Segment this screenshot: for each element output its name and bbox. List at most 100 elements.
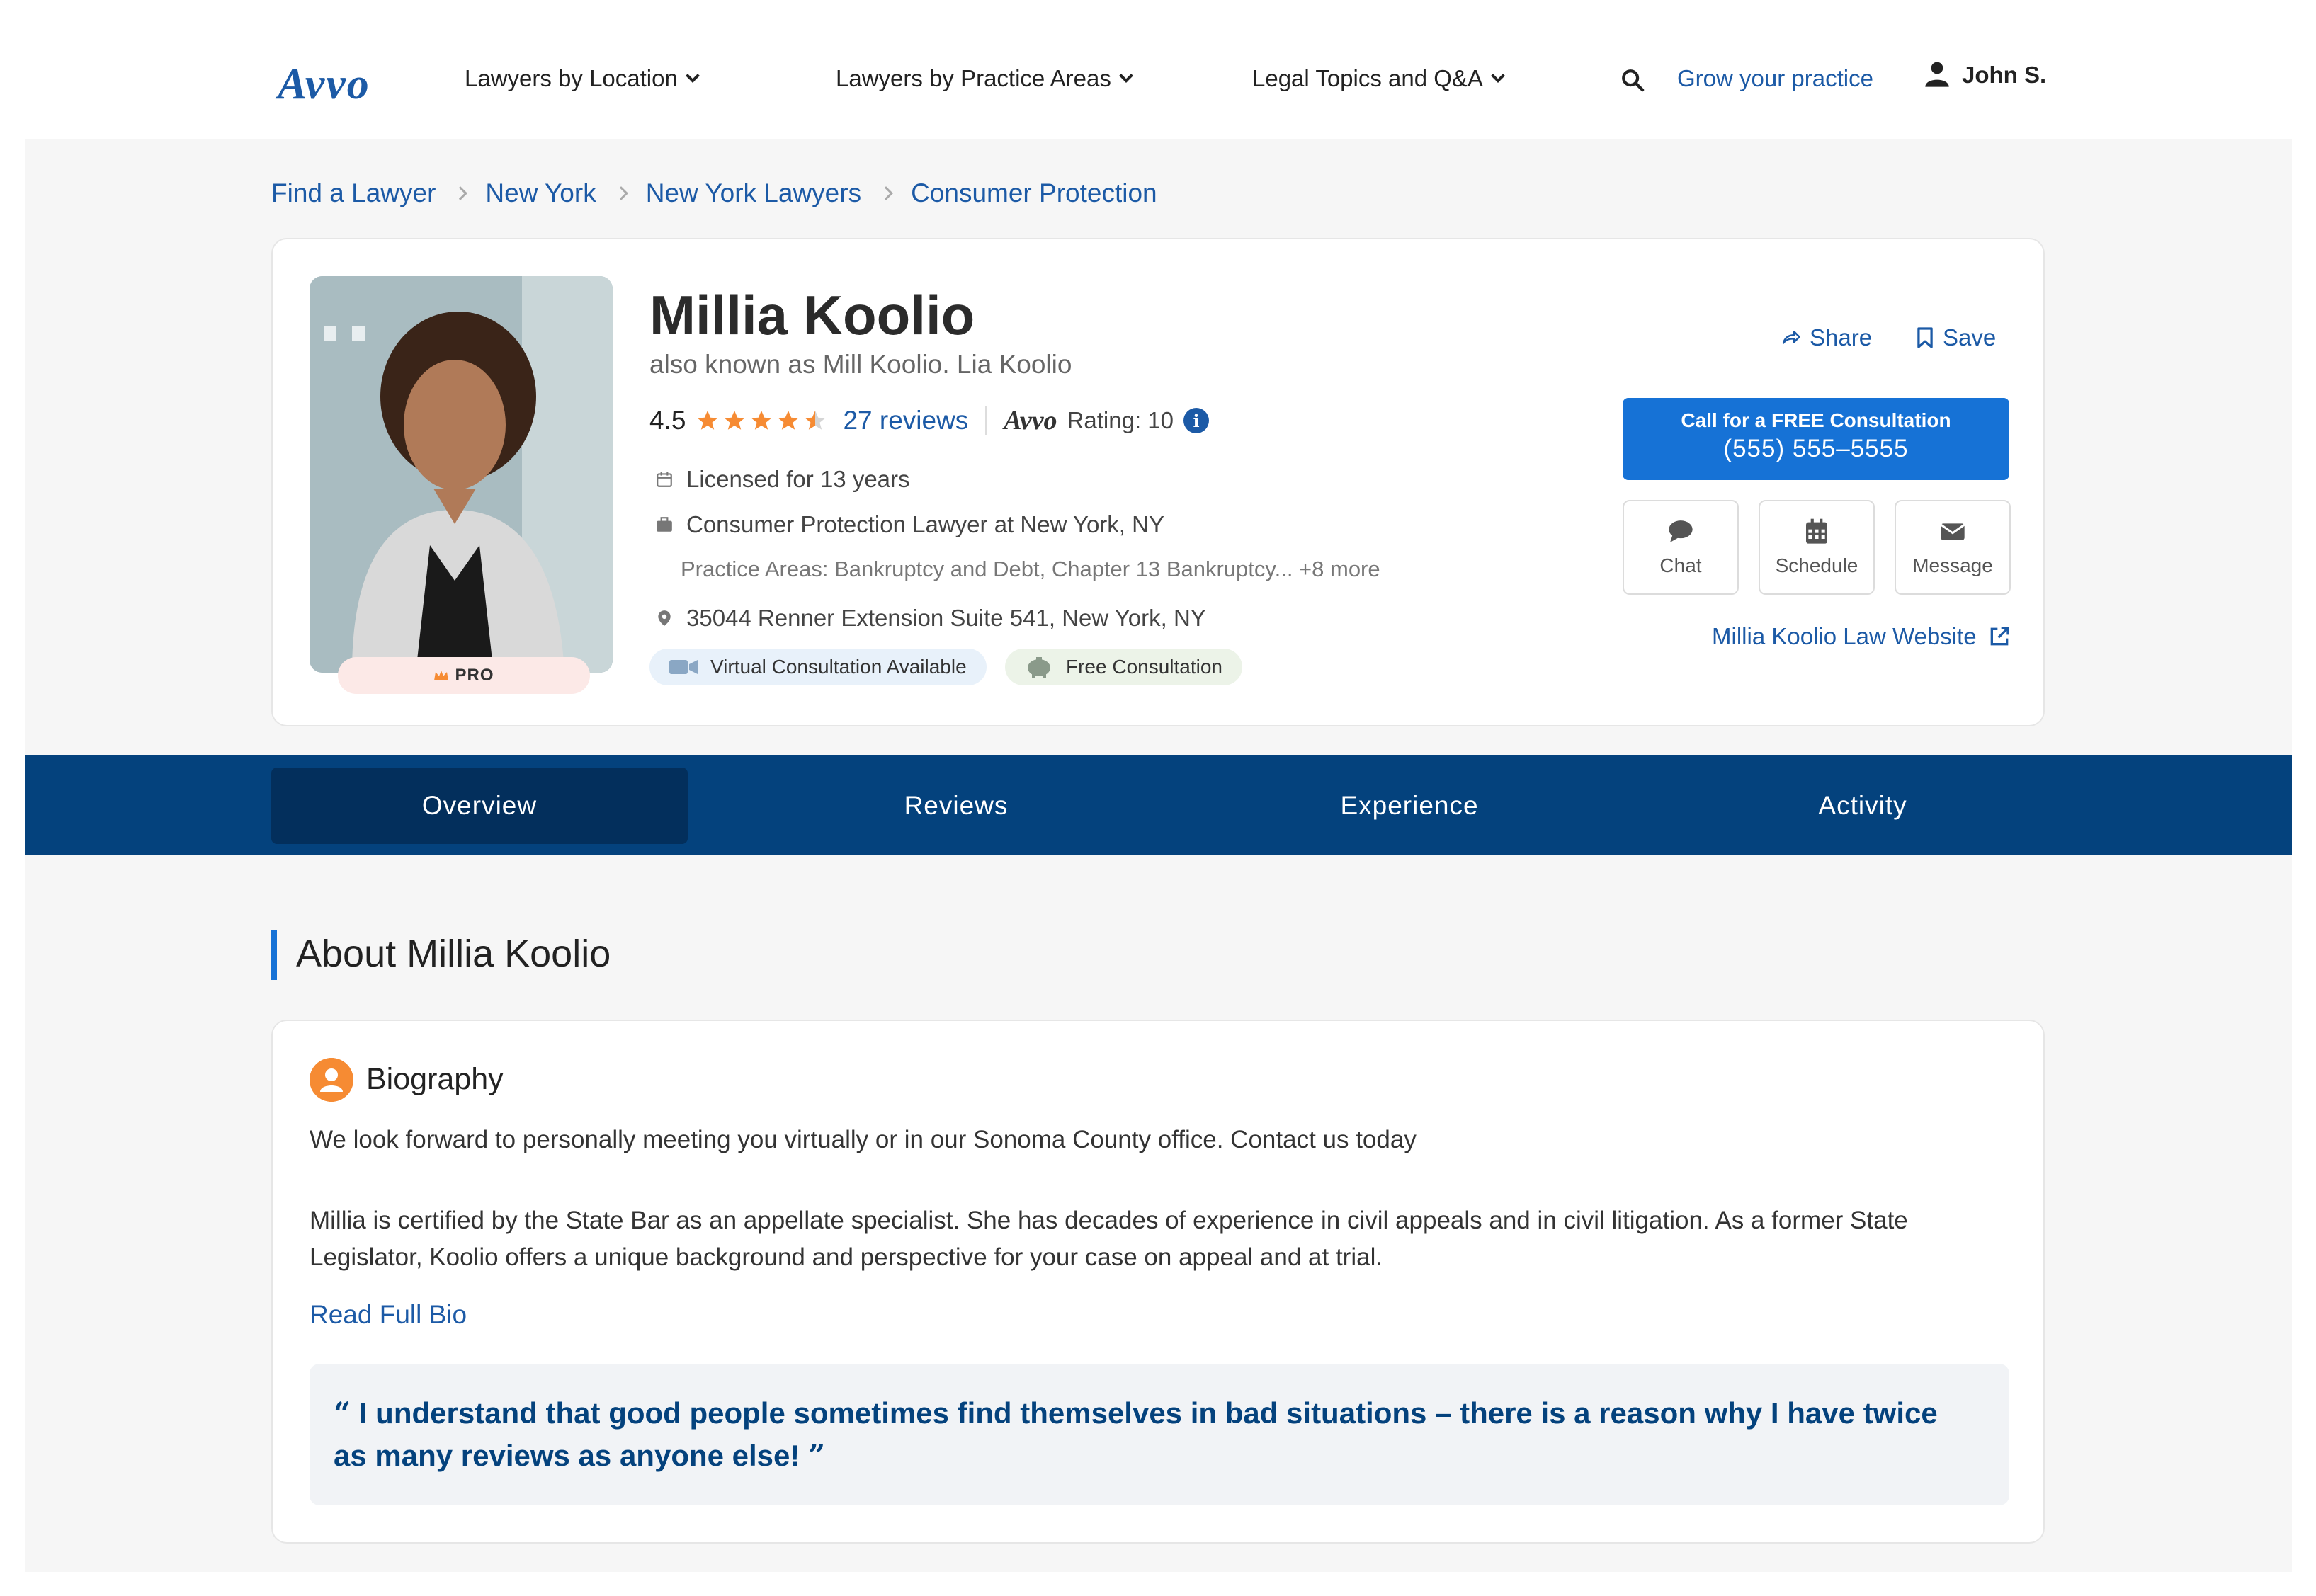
schedule-label: Schedule [1775, 554, 1858, 576]
law-website-link[interactable]: Millia Koolio Law Website [1712, 623, 2011, 650]
also-known-as: also known as Mill Koolio. Lia Koolio [649, 350, 1072, 379]
video-camera-icon [669, 660, 698, 674]
star-icon [725, 410, 745, 430]
profile-tabs: Overview Reviews Experience Activity [25, 755, 2292, 855]
user-icon [1925, 62, 1949, 87]
chevron-right-icon [453, 186, 468, 200]
address-row: 35044 Renner Extension Suite 541, New Yo… [655, 605, 1206, 632]
user-menu[interactable]: John S. [1925, 61, 2046, 89]
chat-button[interactable]: Chat [1623, 500, 1739, 595]
close-quote-icon: ” [808, 1438, 826, 1473]
calendar-icon [657, 472, 672, 487]
briefcase-icon [657, 517, 672, 532]
tab-activity[interactable]: Activity [1654, 768, 2071, 844]
divider [985, 406, 987, 435]
free-consultation-label: Free Consultation [1066, 656, 1223, 678]
portrait-image [310, 276, 613, 673]
chevron-down-icon [1491, 69, 1505, 83]
phone-number: (555) 555–5555 [1723, 435, 1909, 462]
map-pin-icon [658, 610, 671, 626]
chat-icon [1669, 520, 1693, 542]
chevron-right-icon [613, 186, 628, 200]
star-icon [698, 410, 718, 430]
share-label: Share [1810, 324, 1873, 350]
read-full-bio-link[interactable]: Read Full Bio [310, 1300, 467, 1330]
breadcrumb: Find a Lawyer New York New York Lawyers … [271, 178, 1157, 208]
star-icon [778, 410, 799, 430]
quote-text: I understand that good people sometimes … [334, 1396, 1938, 1472]
info-icon[interactable]: i [1183, 408, 1209, 433]
open-quote-icon: “ [334, 1396, 351, 1430]
chevron-down-icon [685, 69, 700, 83]
address-text: 35044 Renner Extension Suite 541, New Yo… [686, 605, 1206, 631]
tab-experience[interactable]: Experience [1201, 768, 1618, 844]
nav-label: Lawyers by Practice Areas [836, 65, 1111, 91]
pro-label: PRO [455, 666, 494, 685]
crown-icon [434, 671, 449, 680]
user-name: John S. [1962, 62, 2047, 88]
breadcrumb-new-york-lawyers[interactable]: New York Lawyers [646, 178, 861, 208]
breadcrumb-consumer-protection[interactable]: Consumer Protection [911, 178, 1157, 208]
chevron-down-icon [1118, 69, 1133, 83]
quote-box: “ I understand that good people sometime… [310, 1364, 2009, 1505]
licensed-text: Licensed for 13 years [686, 466, 910, 492]
avvo-logo[interactable]: Avvo [278, 59, 370, 110]
call-consultation-button[interactable]: Call for a FREE Consultation (555) 555–5… [1623, 398, 2009, 480]
role-text: Consumer Protection Lawyer at New York, … [686, 511, 1164, 537]
licensed-row: Licensed for 13 years [655, 466, 910, 493]
save-label: Save [1943, 324, 1997, 350]
bio-paragraph: We look forward to personally meeting yo… [310, 1126, 1417, 1153]
piggy-bank-icon [1028, 657, 1050, 678]
search-icon[interactable] [1620, 68, 1645, 92]
star-icon [751, 410, 772, 430]
website-label: Millia Koolio Law Website [1712, 623, 1977, 649]
nav-label: Legal Topics and Q&A [1252, 65, 1483, 91]
pro-badge: PRO [338, 657, 590, 694]
external-link-icon [1990, 627, 2009, 646]
calendar-icon [1806, 518, 1827, 544]
avvo-rating-value: Rating: 10 [1067, 407, 1174, 433]
practice-areas[interactable]: Practice Areas: Bankruptcy and Debt, Cha… [681, 557, 1380, 582]
section-accent-bar [271, 930, 277, 980]
chevron-right-icon [879, 186, 893, 200]
nav-legal-topics[interactable]: Legal Topics and Q&A [1252, 65, 1505, 92]
free-consultation-pill: Free Consultation [1005, 649, 1243, 685]
bio-paragraph: Millia is certified by the State Bar as … [310, 1207, 1908, 1271]
rating-value: 4.5 [649, 406, 686, 435]
share-icon [1782, 331, 1800, 344]
lawyer-quote: “ I understand that good people sometime… [334, 1392, 1963, 1477]
star-rating [696, 409, 827, 433]
lawyer-photo [310, 276, 613, 673]
rating-row: 4.5 27 reviews Avvo Rating: 10 i [649, 405, 1209, 436]
profile-card: PRO Millia Koolio also known as Mill Koo… [271, 238, 2045, 726]
tab-reviews[interactable]: Reviews [748, 768, 1164, 844]
envelope-icon [1940, 523, 1965, 540]
tab-overview[interactable]: Overview [271, 768, 688, 844]
schedule-button[interactable]: Schedule [1759, 500, 1875, 595]
message-button[interactable]: Message [1895, 500, 2011, 595]
lawyer-name: Millia Koolio [649, 284, 975, 346]
call-button-label: Call for a FREE Consultation [1681, 409, 1951, 431]
message-label: Message [1912, 554, 1993, 576]
star-half-icon [805, 410, 826, 430]
reviews-link[interactable]: 27 reviews [843, 406, 968, 435]
nav-lawyers-by-practice-areas[interactable]: Lawyers by Practice Areas [836, 65, 1133, 92]
biography-heading: Biography [366, 1062, 504, 1096]
biography-card: Biography We look forward to personally … [271, 1020, 2045, 1544]
nav-label: Lawyers by Location [465, 65, 678, 91]
bookmark-icon [1917, 327, 1933, 348]
avvo-rating-logo: Avvo [1004, 406, 1057, 435]
virtual-consultation-label: Virtual Consultation Available [710, 656, 967, 678]
breadcrumb-find-lawyer[interactable]: Find a Lawyer [271, 178, 436, 208]
virtual-consultation-pill: Virtual Consultation Available [649, 649, 987, 685]
top-header: Avvo Lawyers by Location Lawyers by Prac… [0, 0, 2316, 139]
breadcrumb-new-york[interactable]: New York [485, 178, 596, 208]
about-heading: About Millia Koolio [296, 933, 611, 975]
chat-label: Chat [1659, 554, 1702, 576]
grow-practice-link[interactable]: Grow your practice [1677, 65, 1873, 92]
share-button[interactable]: Share [1780, 324, 1872, 351]
save-button[interactable]: Save [1916, 324, 1996, 351]
nav-lawyers-by-location[interactable]: Lawyers by Location [465, 65, 700, 92]
role-row: Consumer Protection Lawyer at New York, … [655, 511, 1164, 538]
person-icon [310, 1058, 353, 1102]
